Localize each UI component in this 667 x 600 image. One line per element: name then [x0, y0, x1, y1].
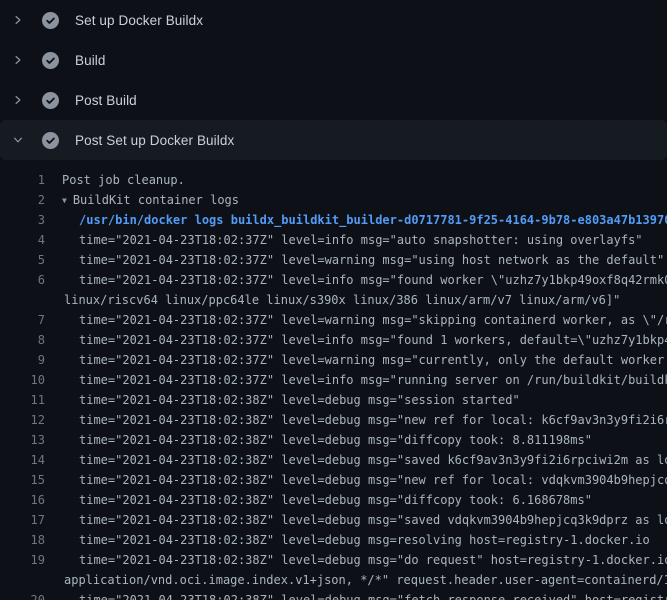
log-line-number[interactable]	[0, 570, 45, 590]
log-line-text: time="2021-04-23T18:02:37Z" level=warnin…	[45, 310, 667, 330]
log-line-number[interactable]	[0, 290, 45, 310]
log-line-text: time="2021-04-23T18:02:38Z" level=debug …	[45, 590, 667, 600]
step-row-2[interactable]: Build	[0, 40, 667, 80]
log-line-number[interactable]: 17	[0, 510, 45, 530]
log-line-text: time="2021-04-23T18:02:38Z" level=debug …	[45, 490, 592, 510]
log-line-number[interactable]: 20	[0, 590, 45, 600]
log-line-text: time="2021-04-23T18:02:38Z" level=debug …	[45, 550, 667, 570]
log-line: 17 time="2021-04-23T18:02:38Z" level=deb…	[0, 510, 667, 530]
log-line-text: time="2021-04-23T18:02:38Z" level=debug …	[45, 510, 667, 530]
log-line: 11 time="2021-04-23T18:02:38Z" level=deb…	[0, 390, 667, 410]
check-circle-icon	[42, 52, 59, 69]
log-line-text: time="2021-04-23T18:02:38Z" level=debug …	[45, 530, 650, 550]
chevron-right-icon	[10, 52, 26, 68]
log-line-number[interactable]: 16	[0, 490, 45, 510]
log-line: 12 time="2021-04-23T18:02:38Z" level=deb…	[0, 410, 667, 430]
log-line-number[interactable]: 9	[0, 350, 45, 370]
log-line-text: Post job cleanup.	[45, 170, 185, 190]
check-circle-icon	[42, 92, 59, 109]
log-line: 9 time="2021-04-23T18:02:37Z" level=warn…	[0, 350, 667, 370]
check-circle-icon	[42, 12, 59, 29]
log-line: 5 time="2021-04-23T18:02:37Z" level=warn…	[0, 250, 667, 270]
log-line: 20 time="2021-04-23T18:02:38Z" level=deb…	[0, 590, 667, 600]
step-list: Set up Docker Buildx Build	[0, 0, 667, 160]
log-line: 14 time="2021-04-23T18:02:38Z" level=deb…	[0, 450, 667, 470]
log-line: 19 time="2021-04-23T18:02:38Z" level=deb…	[0, 550, 667, 570]
chevron-right-icon	[10, 12, 26, 28]
log-line-number[interactable]: 8	[0, 330, 45, 350]
log-line-text: time="2021-04-23T18:02:37Z" level=info m…	[45, 230, 643, 250]
log-line-text: time="2021-04-23T18:02:38Z" level=debug …	[45, 390, 520, 410]
log-line-number[interactable]: 14	[0, 450, 45, 470]
log-line-text: time="2021-04-23T18:02:38Z" level=debug …	[45, 470, 667, 490]
log-line-number[interactable]: 10	[0, 370, 45, 390]
log-line: 4 time="2021-04-23T18:02:37Z" level=info…	[0, 230, 667, 250]
group-title[interactable]: BuildKit container logs	[73, 193, 239, 207]
log-line: 1 Post job cleanup.	[0, 170, 667, 190]
step-label: Set up Docker Buildx	[75, 13, 203, 28]
log-line: 2 ▼ BuildKit container logs	[0, 190, 667, 210]
log-line-number[interactable]: 18	[0, 530, 45, 550]
log-line-text: time="2021-04-23T18:02:37Z" level=warnin…	[45, 350, 667, 370]
step-row-1[interactable]: Set up Docker Buildx	[0, 0, 667, 40]
log-line: linux/riscv64 linux/ppc64le linux/s390x …	[0, 290, 667, 310]
log-line-number[interactable]: 4	[0, 230, 45, 250]
log-line-number[interactable]: 1	[0, 170, 45, 190]
check-circle-icon	[42, 132, 59, 149]
log-line-number[interactable]: 2	[0, 190, 45, 210]
log-line-number[interactable]: 12	[0, 410, 45, 430]
step-label: Post Build	[75, 93, 137, 108]
log-line-text: time="2021-04-23T18:02:38Z" level=debug …	[45, 430, 592, 450]
chevron-right-icon	[10, 92, 26, 108]
log-line: 8 time="2021-04-23T18:02:37Z" level=info…	[0, 330, 667, 350]
log-line-text: /usr/bin/docker logs buildx_buildkit_bui…	[45, 210, 667, 230]
log-line-text: time="2021-04-23T18:02:38Z" level=debug …	[45, 410, 667, 430]
log-line-text: linux/riscv64 linux/ppc64le linux/s390x …	[45, 290, 620, 310]
log-line-number[interactable]: 11	[0, 390, 45, 410]
log-line-number[interactable]: 5	[0, 250, 45, 270]
log-line: application/vnd.oci.image.index.v1+json,…	[0, 570, 667, 590]
group-toggle-icon[interactable]: ▼	[62, 191, 67, 210]
log-line: 18 time="2021-04-23T18:02:38Z" level=deb…	[0, 530, 667, 550]
log-line-number[interactable]: 19	[0, 550, 45, 570]
log-line-text: time="2021-04-23T18:02:37Z" level=info m…	[45, 370, 667, 390]
step-row-4[interactable]: Post Set up Docker Buildx	[0, 120, 667, 160]
log-line-text: time="2021-04-23T18:02:37Z" level=warnin…	[45, 250, 664, 270]
log-line-number[interactable]: 13	[0, 430, 45, 450]
log-line: 15 time="2021-04-23T18:02:38Z" level=deb…	[0, 470, 667, 490]
chevron-down-icon	[10, 132, 26, 148]
log-line: 7 time="2021-04-23T18:02:37Z" level=warn…	[0, 310, 667, 330]
log-line-text: application/vnd.oci.image.index.v1+json,…	[45, 570, 667, 590]
log-console: 1 Post job cleanup. 2 ▼ BuildKit containe…	[0, 160, 667, 600]
log-line: 16 time="2021-04-23T18:02:38Z" level=deb…	[0, 490, 667, 510]
log-line-number[interactable]: 3	[0, 210, 45, 230]
log-line-number[interactable]: 6	[0, 270, 45, 290]
actions-log-viewer: Set up Docker Buildx Build	[0, 0, 667, 600]
log-line: 6 time="2021-04-23T18:02:37Z" level=info…	[0, 270, 667, 290]
log-line-text: time="2021-04-23T18:02:38Z" level=debug …	[45, 450, 667, 470]
step-label: Post Set up Docker Buildx	[75, 133, 234, 148]
log-line-text: time="2021-04-23T18:02:37Z" level=info m…	[45, 330, 667, 350]
log-line-text: ▼ BuildKit container logs	[45, 190, 239, 210]
log-line-number[interactable]: 15	[0, 470, 45, 490]
log-line-number[interactable]: 7	[0, 310, 45, 330]
step-label: Build	[75, 53, 106, 68]
log-line: 13 time="2021-04-23T18:02:38Z" level=deb…	[0, 430, 667, 450]
step-row-3[interactable]: Post Build	[0, 80, 667, 120]
log-line: 10 time="2021-04-23T18:02:37Z" level=inf…	[0, 370, 667, 390]
log-line: 3 /usr/bin/docker logs buildx_buildkit_b…	[0, 210, 667, 230]
log-line-text: time="2021-04-23T18:02:37Z" level=info m…	[45, 270, 667, 290]
